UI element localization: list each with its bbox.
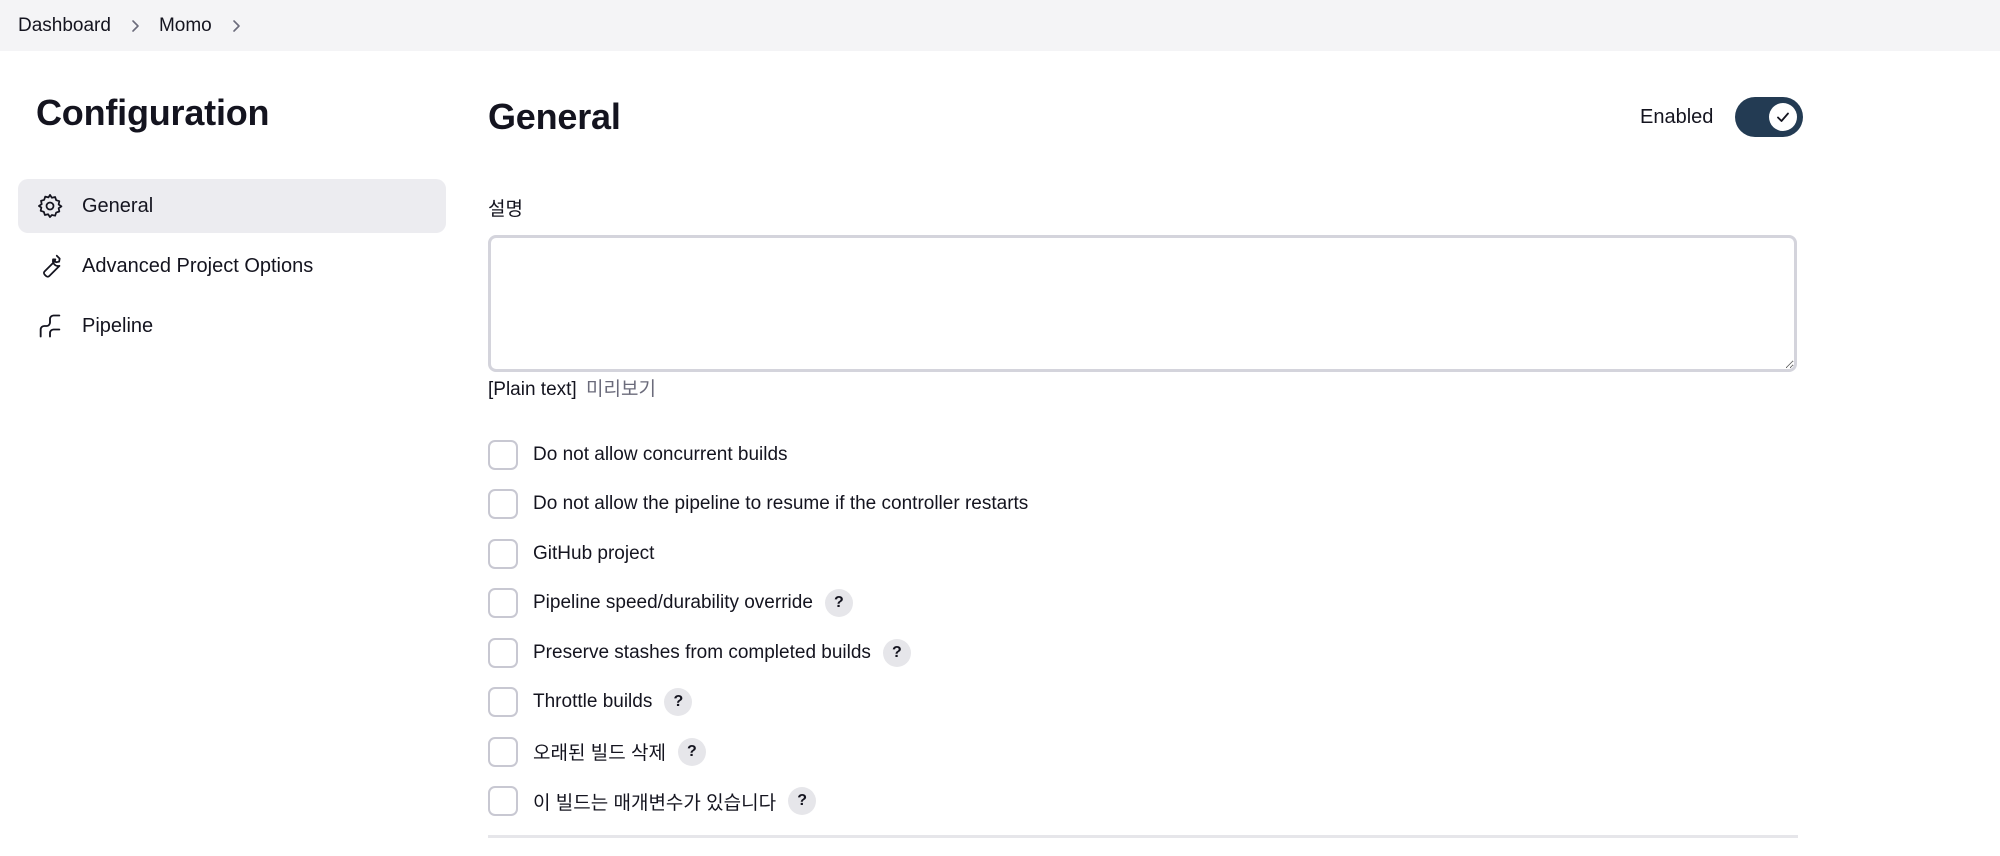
help-icon[interactable]: ? — [677, 737, 706, 766]
option-resume-pipeline: Do not allow the pipeline to resume if t… — [488, 480, 1798, 530]
option-preserve-stashes: Preserve stashes from completed builds ? — [488, 628, 1798, 678]
options-list: Do not allow concurrent builds Do not al… — [488, 430, 1798, 826]
option-discard-old-builds: 오래된 빌드 삭제 ? — [488, 727, 1798, 777]
chevron-right-icon[interactable] — [212, 16, 260, 36]
help-icon[interactable]: ? — [664, 688, 693, 717]
enabled-label: Enabled — [1640, 105, 1714, 128]
description-textarea[interactable] — [488, 235, 1797, 372]
help-icon[interactable]: ? — [824, 589, 853, 618]
option-throttle-builds: Throttle builds ? — [488, 678, 1798, 728]
page-title: General — [488, 96, 621, 137]
option-checkbox[interactable] — [488, 439, 518, 470]
help-icon[interactable]: ? — [882, 638, 911, 667]
help-icon[interactable]: ? — [788, 787, 817, 816]
option-checkbox[interactable] — [488, 687, 518, 718]
option-speed-durability: Pipeline speed/durability override ? — [488, 579, 1798, 629]
enabled-toggle[interactable] — [1735, 97, 1804, 137]
option-label[interactable]: 이 빌드는 매개변수가 있습니다 — [533, 788, 776, 815]
breadcrumb-dashboard[interactable]: Dashboard — [18, 15, 111, 37]
check-icon — [1775, 109, 1791, 125]
gear-icon — [36, 192, 64, 220]
option-label[interactable]: Pipeline speed/durability override — [533, 592, 813, 614]
option-checkbox[interactable] — [488, 588, 518, 619]
description-format: [Plain text] 미리보기 — [488, 374, 656, 401]
sidebar-nav: General Advanced Project Options Pipelin… — [18, 179, 446, 359]
option-checkbox[interactable] — [488, 786, 518, 817]
option-label[interactable]: Do not allow the pipeline to resume if t… — [533, 493, 1028, 515]
option-concurrent-builds: Do not allow concurrent builds — [488, 430, 1798, 480]
toggle-knob — [1769, 103, 1798, 131]
format-text: [Plain text] — [488, 379, 577, 400]
pipeline-icon — [36, 312, 64, 340]
sidebar-title: Configuration — [36, 92, 270, 133]
option-checkbox[interactable] — [488, 489, 518, 520]
breadcrumb: Dashboard Momo — [0, 0, 2000, 51]
enabled-control: Enabled — [1640, 97, 1804, 137]
section-divider — [488, 835, 1798, 838]
breadcrumb-momo[interactable]: Momo — [159, 15, 212, 37]
option-label[interactable]: Throttle builds — [533, 691, 652, 713]
sidebar-item-pipeline[interactable]: Pipeline — [18, 299, 446, 353]
option-parameterized: 이 빌드는 매개변수가 있습니다 ? — [488, 777, 1798, 827]
option-checkbox[interactable] — [488, 736, 518, 767]
sidebar-item-advanced-project-options[interactable]: Advanced Project Options — [18, 239, 446, 293]
option-checkbox[interactable] — [488, 637, 518, 668]
option-label[interactable]: Do not allow concurrent builds — [533, 444, 788, 466]
description-label: 설명 — [488, 199, 523, 220]
sidebar-item-label: Pipeline — [82, 314, 154, 337]
option-label[interactable]: GitHub project — [533, 543, 654, 565]
option-github-project: GitHub project — [488, 529, 1798, 579]
sidebar-item-label: General — [82, 194, 154, 217]
option-checkbox[interactable] — [488, 538, 518, 569]
sidebar-item-label: Advanced Project Options — [82, 254, 314, 277]
wrench-icon — [36, 252, 64, 280]
preview-link[interactable]: 미리보기 — [586, 379, 656, 400]
option-label[interactable]: 오래된 빌드 삭제 — [533, 738, 666, 765]
option-label[interactable]: Preserve stashes from completed builds — [533, 642, 871, 664]
chevron-right-icon[interactable] — [111, 16, 159, 36]
sidebar-item-general[interactable]: General — [18, 179, 446, 233]
